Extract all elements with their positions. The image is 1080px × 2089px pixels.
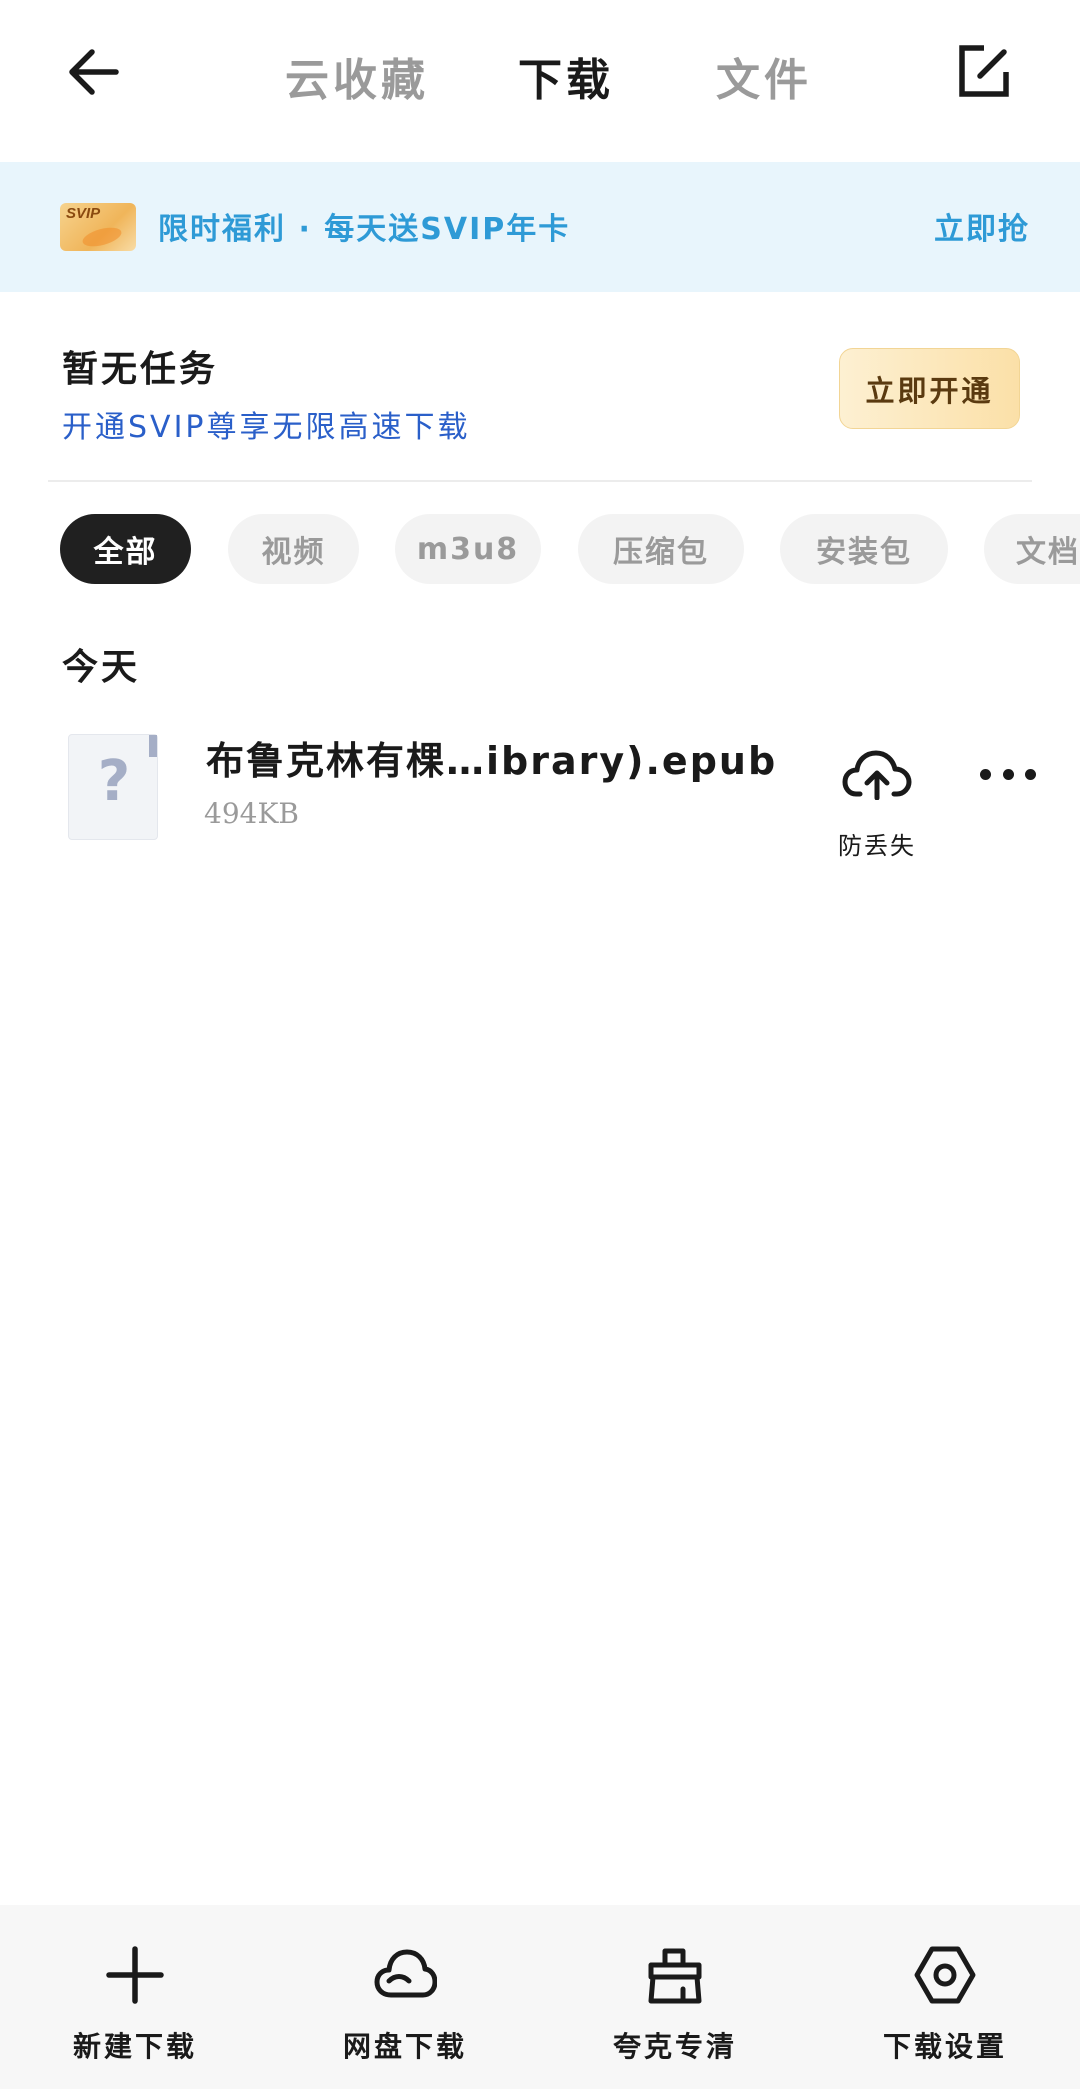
cloud-drive-download-button[interactable]: 网盘下载 — [305, 1905, 505, 2089]
anti-loss-backup-button[interactable]: 防丢失 — [830, 734, 924, 860]
more-dots-icon — [980, 768, 991, 780]
new-download-button[interactable]: 新建下载 — [35, 1905, 235, 2089]
back-button[interactable] — [58, 36, 130, 108]
new-download-label: 新建下载 — [72, 2030, 197, 2063]
file-name: 布鲁克林有棵…ibrary).epub — [206, 739, 778, 783]
quark-clean-button[interactable]: 夸克专清 — [575, 1905, 775, 2089]
download-settings-button[interactable]: 下载设置 — [845, 1905, 1045, 2089]
more-options-button[interactable] — [980, 754, 1036, 794]
svip-card-icon: SVIP — [60, 203, 136, 251]
plus-icon — [106, 1946, 164, 2004]
promo-banner[interactable]: SVIP 限时福利 · 每天送SVIP年卡 立即抢 — [0, 162, 1080, 292]
cloud-upload-icon — [842, 750, 912, 800]
download-settings-label: 下载设置 — [882, 2030, 1007, 2063]
unknown-file-icon: ? — [68, 734, 158, 840]
broom-icon — [648, 1948, 702, 2004]
section-heading-today: 今天 — [62, 647, 141, 688]
svip-badge-text: SVIP — [66, 205, 101, 222]
task-status-subtitle: 开通SVIP尊享无限高速下载 — [62, 410, 471, 445]
edit-button[interactable] — [948, 36, 1020, 108]
edit-icon — [959, 45, 1009, 97]
divider — [48, 480, 1032, 482]
anti-loss-label: 防丢失 — [838, 832, 916, 860]
chip-archive[interactable]: 压缩包 — [578, 514, 744, 584]
cloud-icon — [374, 1949, 437, 1998]
settings-hex-icon — [914, 1946, 976, 2004]
tab-download[interactable]: 下载 — [518, 44, 614, 108]
download-list-item[interactable]: ? 布鲁克林有棵…ibrary).epub 494KB 防丢失 — [0, 714, 1080, 860]
chip-all[interactable]: 全部 — [60, 514, 191, 584]
chip-installer[interactable]: 安装包 — [780, 514, 948, 584]
promo-grab-link[interactable]: 立即抢 — [934, 204, 1030, 248]
chip-video[interactable]: 视频 — [228, 514, 359, 584]
top-bar: 云收藏 下载 文件 — [0, 0, 1080, 160]
promo-text: 限时福利 · 每天送SVIP年卡 — [158, 212, 571, 247]
tab-files[interactable]: 文件 — [716, 44, 812, 108]
task-status-title: 暂无任务 — [62, 349, 219, 390]
filter-chips: 全部 视频 m3u8 压缩包 安装包 文档 — [60, 514, 1080, 584]
bottom-toolbar: 新建下载 网盘下载 夸克专清 下载设置 — [0, 1905, 1080, 2089]
quark-clean-label: 夸克专清 — [612, 2030, 737, 2063]
chip-m3u8[interactable]: m3u8 — [395, 514, 541, 584]
open-svip-button[interactable]: 立即开通 — [839, 348, 1020, 429]
arrow-left-icon — [69, 49, 119, 95]
tab-cloud-favorites[interactable]: 云收藏 — [285, 44, 429, 108]
file-size: 494KB — [204, 797, 299, 830]
chip-document[interactable]: 文档 — [984, 514, 1080, 584]
cloud-drive-download-label: 网盘下载 — [342, 2030, 467, 2063]
